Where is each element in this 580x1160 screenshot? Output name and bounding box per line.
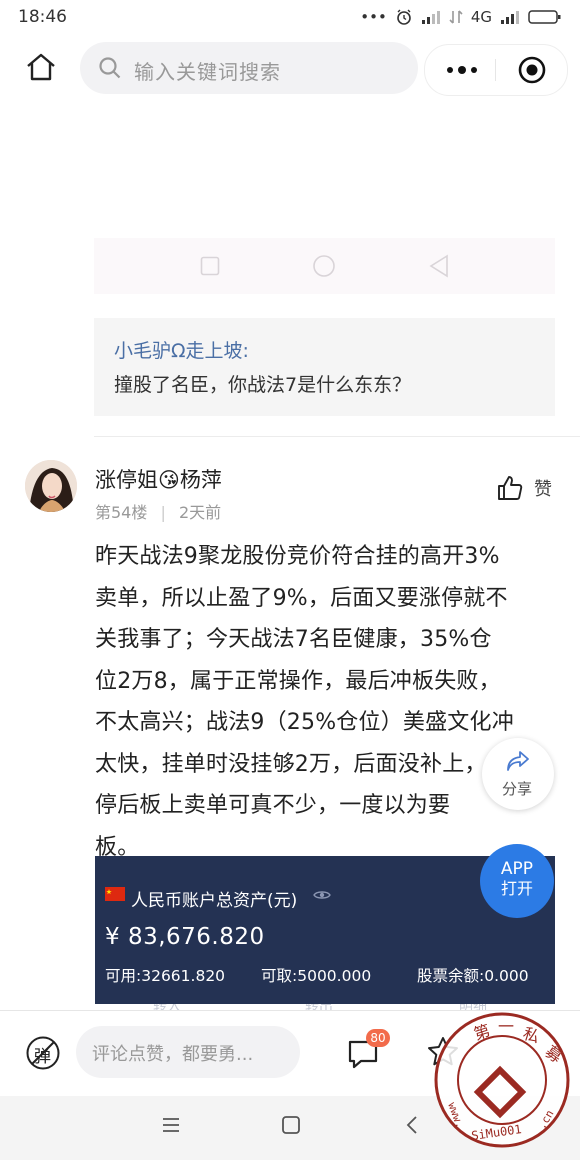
triangle-back-icon bbox=[429, 254, 448, 278]
comment-input[interactable]: 评论点赞，都要勇... bbox=[76, 1026, 300, 1078]
home-nav-button[interactable] bbox=[280, 1114, 302, 1136]
post-line: 不太高兴；战法9（25%仓位）美盛文化冲 bbox=[95, 710, 514, 735]
more-button[interactable] bbox=[437, 55, 487, 85]
danmaku-label: 弹 bbox=[34, 1047, 51, 1067]
embedded-nav-bar bbox=[94, 238, 555, 294]
home-icon bbox=[27, 53, 55, 81]
danmaku-toggle[interactable]: 弹 bbox=[25, 1035, 61, 1071]
target-close-icon bbox=[518, 56, 546, 84]
avatar[interactable] bbox=[25, 460, 77, 512]
post-line: 关我事了；今天战法7名臣健康，35%仓 bbox=[95, 627, 492, 652]
eye-icon bbox=[313, 891, 331, 899]
comment-count-badge: 80 bbox=[366, 1029, 390, 1047]
more-dots-icon bbox=[447, 66, 477, 74]
meta-separator: | bbox=[160, 503, 166, 522]
post-username[interactable]: 涨停姐😘杨萍 bbox=[95, 464, 222, 494]
stock-balance: 股票余额:0.000 bbox=[417, 967, 529, 985]
recent-apps-button[interactable] bbox=[160, 1114, 182, 1136]
withdrawable-funds: 可取:5000.000 bbox=[261, 967, 372, 985]
battery-icon bbox=[528, 10, 561, 24]
avatar-image bbox=[25, 460, 77, 512]
status-icons: ••• 4G bbox=[360, 8, 562, 26]
post-line: 昨天战法9聚龙股份竞价符合挂的高开3% bbox=[95, 544, 500, 569]
open-app-button[interactable]: APP 打开 bbox=[480, 844, 554, 918]
signal-icon-2 bbox=[501, 11, 519, 24]
thumbs-up-icon bbox=[498, 476, 523, 500]
more-dots-icon: ••• bbox=[360, 8, 387, 26]
alarm-icon bbox=[397, 9, 411, 25]
open-label: 打开 bbox=[500, 879, 533, 898]
quote-author[interactable]: 小毛驴Ω走上坡: bbox=[114, 336, 249, 363]
circle-icon bbox=[313, 255, 335, 277]
quoted-reply: 小毛驴Ω走上坡: 撞股了名臣，你战法7是什么东东？ bbox=[94, 318, 555, 416]
like-button[interactable]: 赞 bbox=[496, 474, 552, 502]
china-flag-icon bbox=[105, 887, 125, 901]
signal-icon bbox=[421, 11, 440, 24]
square-home-icon bbox=[282, 1116, 300, 1134]
available-funds: 可用:32661.820 bbox=[105, 967, 226, 985]
home-button[interactable] bbox=[24, 50, 60, 86]
app-label: APP bbox=[500, 859, 534, 879]
account-label: 人民币账户总资产(元) bbox=[131, 891, 298, 911]
share-button[interactable]: 分享 bbox=[482, 738, 554, 810]
divider bbox=[94, 436, 580, 437]
search-input[interactable]: 输入关键词搜索 bbox=[80, 42, 418, 94]
capsule-divider bbox=[495, 59, 496, 81]
close-capsule-button[interactable] bbox=[517, 55, 547, 85]
post-line: 位2万8，属于正常操作，最后冲板失败， bbox=[95, 668, 501, 694]
status-time: 18:46 bbox=[18, 7, 67, 27]
like-label: 赞 bbox=[534, 479, 552, 500]
post-body: 昨天战法9聚龙股份竞价符合挂的高开3% 卖单，所以止盈了9%，后面又要涨停就不 … bbox=[95, 536, 565, 868]
status-bar: 18:46 ••• 4G bbox=[0, 0, 580, 36]
post-floor: 第54楼 bbox=[95, 503, 148, 522]
svg-text:一: 一 bbox=[498, 1017, 514, 1036]
quote-text: 撞股了名臣，你战法7是什么东东？ bbox=[114, 374, 412, 396]
share-label: 分享 bbox=[502, 780, 533, 798]
share-arrow-icon bbox=[507, 751, 529, 771]
post-meta: 第54楼 | 2天前 bbox=[95, 499, 221, 523]
mini-program-capsule bbox=[424, 44, 568, 96]
transfer-icon bbox=[449, 10, 463, 24]
comment-placeholder: 评论点赞，都要勇... bbox=[92, 1044, 254, 1065]
watermark-stamp: 第 一 私 募 www. SiMu001 .cn bbox=[432, 1010, 572, 1150]
chevron-left-icon bbox=[406, 1116, 417, 1134]
back-nav-button[interactable] bbox=[402, 1114, 424, 1136]
post-line: 卖单，所以止盈了9%，后面又要涨停就不 bbox=[95, 585, 508, 611]
search-icon bbox=[99, 57, 121, 79]
network-type: 4G bbox=[470, 8, 492, 26]
simu-watermark-logo: 第 一 私 募 www. SiMu001 .cn bbox=[434, 1012, 570, 1148]
search-placeholder: 输入关键词搜索 bbox=[134, 60, 281, 84]
post-time: 2天前 bbox=[178, 503, 222, 522]
comments-button[interactable]: 80 bbox=[346, 1029, 390, 1071]
square-icon bbox=[200, 256, 220, 276]
menu-icon bbox=[163, 1118, 179, 1132]
account-amount: ¥ 83,676.820 bbox=[105, 924, 265, 950]
